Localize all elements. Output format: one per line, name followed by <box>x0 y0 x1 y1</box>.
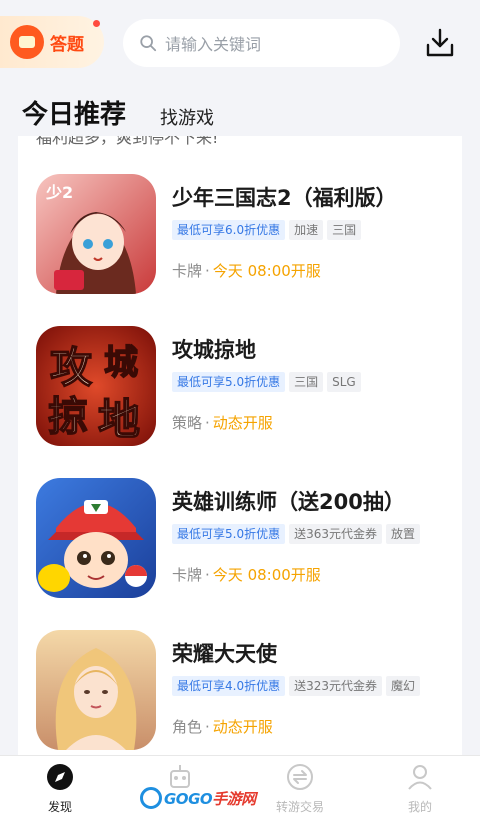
game-category: 卡牌 <box>172 566 203 584</box>
game-tag: 送363元代金券 <box>289 524 382 544</box>
svg-text:少2: 少2 <box>45 183 73 202</box>
discount-tag: 最低可享5.0折优惠 <box>172 372 286 392</box>
game-meta: 卡牌 · 今天 08:00开服 <box>172 262 321 280</box>
download-button[interactable] <box>424 27 456 59</box>
tab-bar: 今日推荐 找游戏 <box>0 88 480 136</box>
game-name: 攻城掠地 <box>172 338 256 362</box>
download-icon <box>426 28 454 57</box>
game-tag: 送323元代金券 <box>289 676 382 696</box>
watermark-logo: GOGO手游网 <box>140 786 256 810</box>
exchange-icon <box>287 764 313 790</box>
search-icon <box>140 35 157 52</box>
game-meta: 卡牌 · 今天 08:00开服 <box>172 566 321 584</box>
game-item[interactable]: 少2 少年三国志2（福利版） 最低可享6.0折优惠 加速 三国 卡牌 · 今天 08… <box>18 174 462 298</box>
search-placeholder: 请输入关键词 <box>165 35 262 54</box>
quiz-icon <box>10 25 44 59</box>
game-icon <box>36 478 156 598</box>
discount-tag: 最低可享6.0折优惠 <box>172 220 286 240</box>
game-category: 卡牌 <box>172 262 203 280</box>
top-bar: 答题 请输入关键词 <box>0 0 480 88</box>
icon-char: 地 <box>98 395 140 444</box>
banner-text: 福利超多，爽到停不下来! <box>36 136 219 147</box>
game-tag: 三国 <box>289 372 324 392</box>
discount-tag: 最低可享5.0折优惠 <box>172 524 286 544</box>
nav-discover[interactable]: 发现 <box>20 762 100 815</box>
icon-char: 攻 <box>50 343 93 392</box>
open-time: 动态开服 <box>212 718 273 736</box>
game-name: 少年三国志2（福利版） <box>172 186 397 210</box>
game-list: 福利超多，爽到停不下来! 少2 少年三国志2（福利版） 最低可享6.0折优惠 加… <box>18 136 462 755</box>
search-bar[interactable]: 请输入关键词 <box>123 19 400 67</box>
game-icon <box>36 630 156 750</box>
game-category: 角色 <box>172 718 203 736</box>
open-time: 今天 08:00开服 <box>212 262 321 280</box>
game-tags: 最低可享4.0折优惠 送323元代金券 魔幻 <box>172 676 421 696</box>
nav-trade[interactable]: 转游交易 <box>260 762 340 815</box>
game-meta: 角色 · 动态开服 <box>172 718 273 736</box>
quiz-label: 答题 <box>50 34 84 55</box>
game-tags: 最低可享5.0折优惠 送363元代金券 放置 <box>172 524 421 544</box>
nav-profile[interactable]: 我的 <box>380 762 460 815</box>
game-category: 策略 <box>172 414 203 432</box>
user-icon <box>408 765 432 790</box>
game-tag: 加速 <box>289 220 324 240</box>
game-item[interactable]: 英雄训练师（送200抽） 最低可享5.0折优惠 送363元代金券 放置 卡牌 · 今… <box>18 478 462 602</box>
discount-tag: 最低可享4.0折优惠 <box>172 676 286 696</box>
open-time: 动态开服 <box>212 414 273 432</box>
notification-dot <box>93 20 100 27</box>
game-tag: 魔幻 <box>386 676 421 696</box>
nav-label: 转游交易 <box>275 800 324 814</box>
compass-icon <box>47 764 73 790</box>
tab-find-games[interactable]: 找游戏 <box>160 104 214 130</box>
watermark-suffix: 手游网 <box>212 789 256 808</box>
tab-today-recommend[interactable]: 今日推荐 <box>22 94 126 131</box>
game-icon: 少2 <box>36 174 156 294</box>
nav-label: 发现 <box>47 800 72 814</box>
icon-char: 掠 <box>48 393 88 440</box>
game-name: 荣耀大天使 <box>172 642 277 666</box>
open-time: 今天 08:00开服 <box>212 566 321 584</box>
game-meta: 策略 · 动态开服 <box>172 414 273 432</box>
game-icon: 攻 城 掠 地 <box>36 326 156 446</box>
game-tags: 最低可享5.0折优惠 三国 SLG <box>172 372 361 392</box>
icon-char: 城 <box>104 343 138 383</box>
game-tag: 三国 <box>327 220 362 240</box>
game-tag: SLG <box>327 372 361 392</box>
watermark-prefix: GOGO <box>164 789 213 808</box>
game-item[interactable]: 荣耀大天使 最低可享4.0折优惠 送323元代金券 魔幻 角色 · 动态开服 <box>18 630 462 754</box>
nav-label: 我的 <box>407 800 432 814</box>
game-item[interactable]: 攻 城 掠 地 攻城掠地 最低可享5.0折优惠 三国 SLG 策略 · 动态开服 <box>18 326 462 450</box>
watermark-ring-icon <box>140 787 162 809</box>
game-name: 英雄训练师（送200抽） <box>172 490 405 514</box>
quiz-button[interactable]: 答题 <box>0 16 104 68</box>
game-tag: 放置 <box>386 524 421 544</box>
game-tags: 最低可享6.0折优惠 加速 三国 <box>172 220 362 240</box>
